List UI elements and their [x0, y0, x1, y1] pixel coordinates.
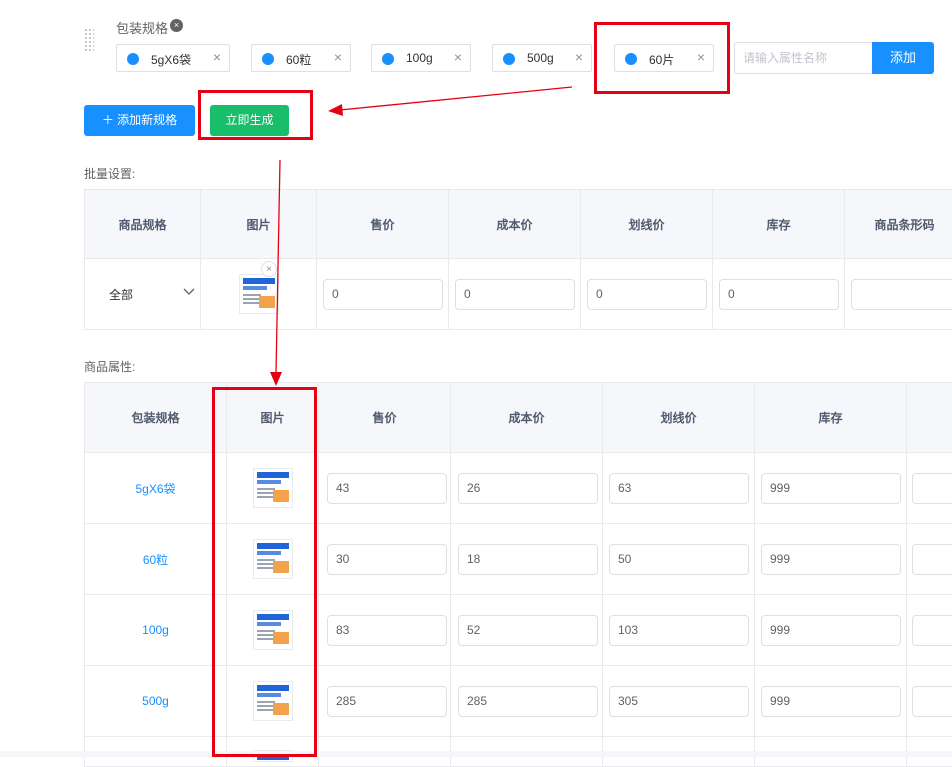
annotation-arrow-to-generate: [340, 87, 572, 110]
arrowhead-icon: [328, 104, 343, 116]
arrowhead-icon: [270, 372, 282, 386]
annotation-arrows: [0, 0, 952, 757]
annotation-arrow-to-images: [276, 160, 280, 374]
